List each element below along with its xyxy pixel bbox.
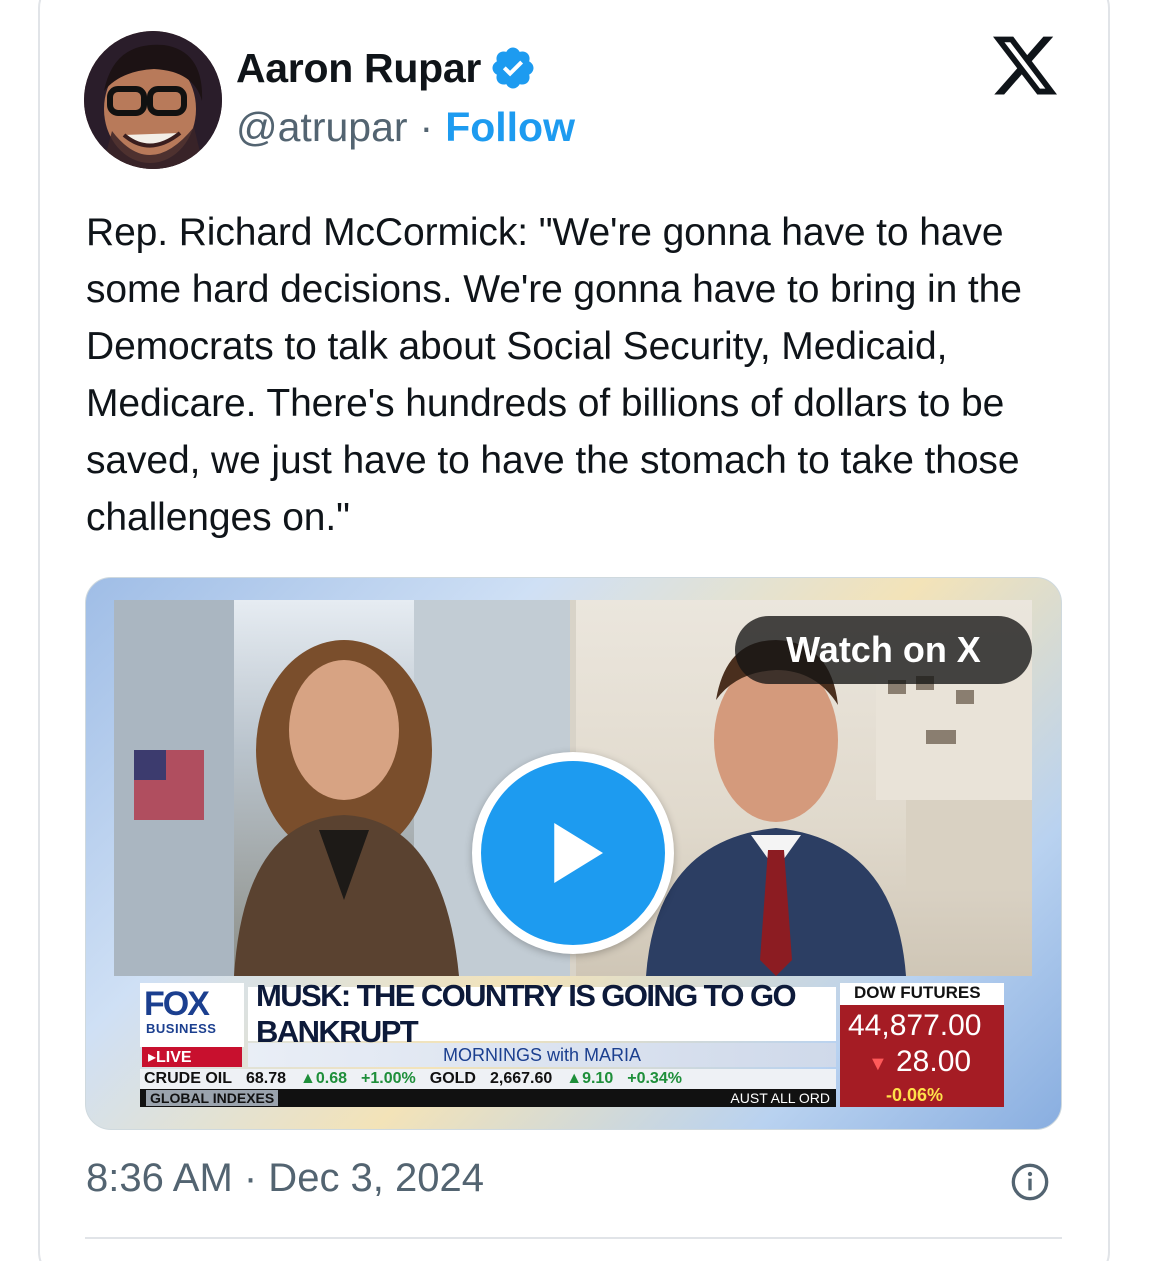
separator-dot: · [419, 104, 434, 150]
verified-badge-icon [492, 47, 534, 89]
crude-pct: +1.00% [361, 1070, 416, 1087]
live-badge: ▸LIVE [142, 1047, 242, 1067]
tweet-text: Rep. Richard McCormick: "We're gonna hav… [86, 211, 1022, 539]
crude-value: 68.78 [246, 1070, 287, 1087]
show-name: MORNINGS with MARIA [248, 1043, 836, 1067]
chyron-headline: MUSK: THE COUNTRY IS GOING TO GO BANKRUP… [248, 978, 836, 1049]
lower-third: FOX BUSINESS ▸LIVE MUSK: THE COUNTRY IS … [140, 978, 1004, 1109]
dow-title: DOW FUTURES [840, 983, 1004, 1005]
gold-label: GOLD [429, 1070, 476, 1087]
gold-value: 2,667.60 [489, 1070, 553, 1087]
avatar[interactable] [84, 31, 222, 169]
dow-change: 28.00 [896, 1045, 972, 1078]
dow-value: 44,877.00 [848, 1009, 982, 1042]
market-ticker: CRUDE OIL 68.78 ▲0.68 +1.00% GOLD 2,667.… [140, 1069, 836, 1089]
down-arrow-icon: ▼ [868, 1053, 888, 1075]
dow-futures-box: DOW FUTURES 44,877.00 ▼ 28.00 -0.06% [840, 983, 1004, 1107]
index-ticker: GLOBAL INDEXES AUST ALL ORD [140, 1089, 836, 1107]
x-logo-icon[interactable] [993, 36, 1057, 96]
crude-change: ▲0.68 [300, 1070, 348, 1087]
author-handle[interactable]: @atrupar [236, 104, 408, 151]
network-name: FOX [144, 985, 210, 1023]
gold-pct: +0.34% [627, 1070, 682, 1087]
global-indexes-label: GLOBAL INDEXES [146, 1090, 279, 1106]
author-name[interactable]: Aaron Rupar [236, 44, 537, 92]
dow-pct: -0.06% [886, 1085, 944, 1105]
divider [85, 1237, 1062, 1239]
fox-business-logo: FOX BUSINESS [140, 983, 244, 1047]
live-label: LIVE [156, 1049, 192, 1066]
handle-row: @atrupar · Follow [236, 104, 575, 151]
watch-on-x-button[interactable]: Watch on X [735, 616, 1032, 684]
crude-label: CRUDE OIL [144, 1070, 232, 1087]
network-sub: BUSINESS [146, 1021, 217, 1036]
gold-change: ▲9.10 [566, 1070, 614, 1087]
index-label: AUST ALL ORD [730, 1090, 830, 1106]
author-name-text[interactable]: Aaron Rupar [236, 45, 481, 92]
info-icon[interactable] [1010, 1162, 1050, 1202]
play-icon [554, 823, 603, 883]
play-button[interactable] [472, 752, 674, 954]
follow-button[interactable]: Follow [445, 104, 575, 151]
tweet-timestamp[interactable]: 8:36 AM · Dec 3, 2024 [86, 1156, 484, 1201]
